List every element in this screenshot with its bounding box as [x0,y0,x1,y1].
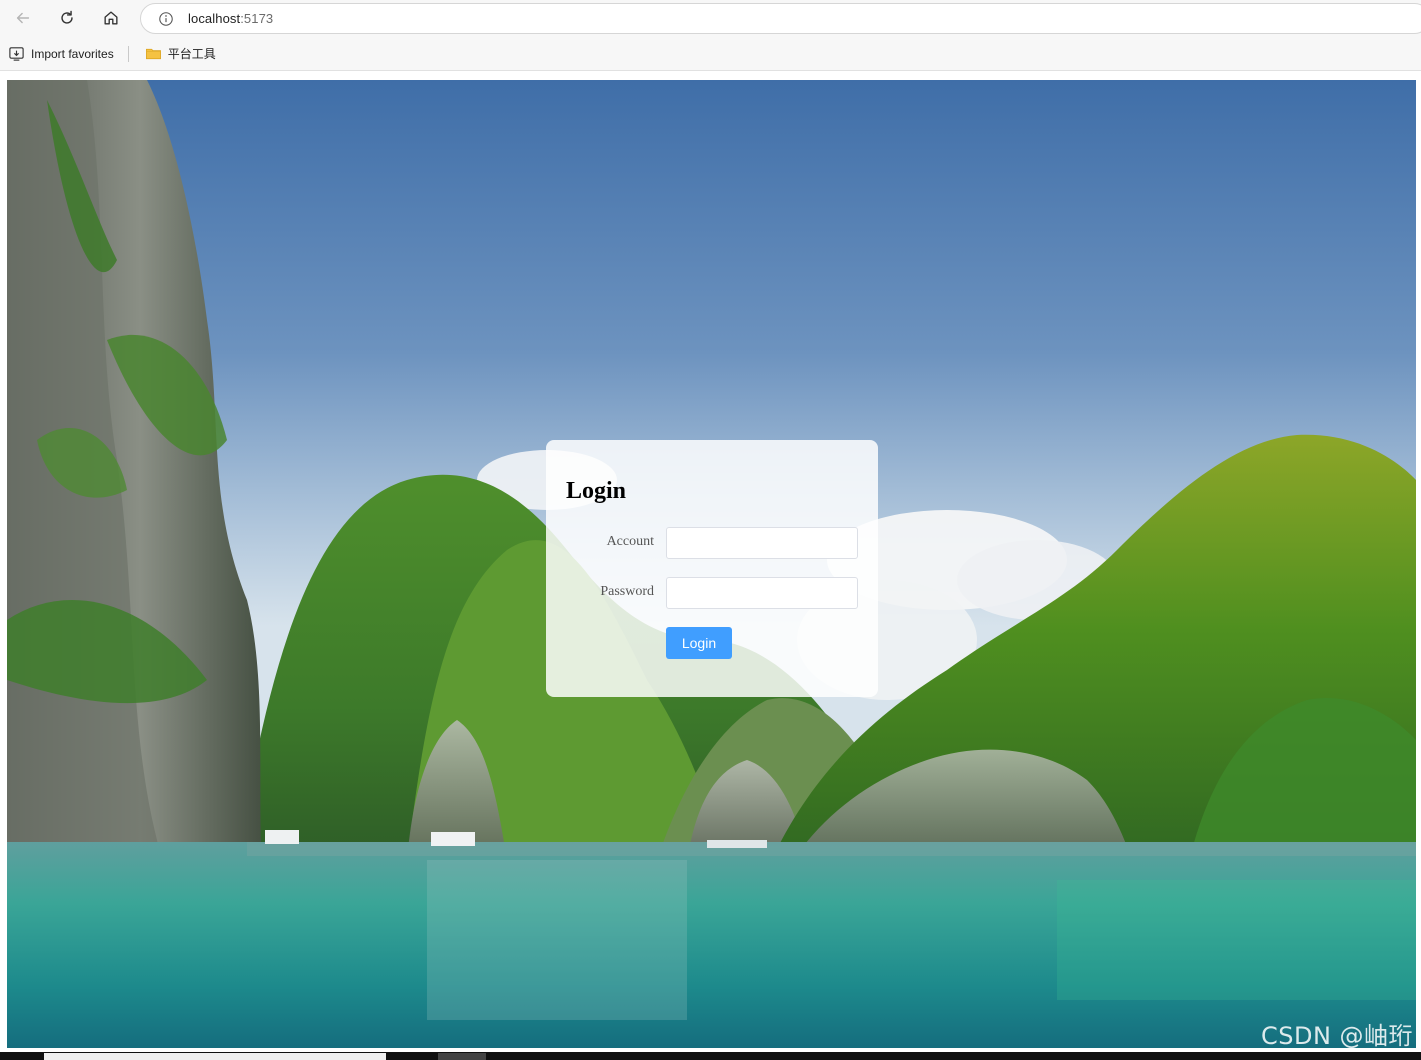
refresh-icon [61,10,73,24]
folder-icon [145,48,161,60]
refresh-button[interactable] [52,4,82,32]
favorite-folder[interactable]: 平台工具 [141,42,220,66]
back-arrow-icon [16,12,30,24]
address-bar[interactable]: localhost:5173 [140,3,1421,34]
url-text: localhost:5173 [188,11,273,26]
import-favorites-icon [9,47,24,61]
watermark-text: CSDN @岫珩 [1261,1022,1414,1050]
site-info-icon[interactable] [157,10,175,28]
password-input[interactable] [666,577,858,609]
favorite-folder-label: 平台工具 [167,47,216,61]
login-title: Login [566,478,627,504]
taskbar-segment [44,1053,386,1060]
page-viewport: Login Account Password Login [7,80,1416,1048]
account-label: Account [606,534,654,549]
login-card: Login Account Password Login [546,440,878,697]
taskbar-strip [0,1052,1421,1060]
taskbar-segment [438,1053,486,1060]
home-button[interactable] [96,4,126,32]
favorites-bar: Import favorites 平台工具 [0,37,1421,71]
favorite-import-label: Import favorites [31,46,114,61]
home-icon [104,11,118,25]
password-label: Password [600,584,654,599]
url-port: :5173 [240,11,274,26]
favorites-divider [127,45,129,62]
back-button[interactable] [8,4,38,32]
login-button[interactable]: Login [666,627,732,659]
account-input[interactable] [666,527,858,559]
url-host: localhost [188,11,241,26]
favorite-import[interactable]: Import favorites [4,42,118,66]
browser-toolbar: localhost:5173 [0,0,1421,37]
